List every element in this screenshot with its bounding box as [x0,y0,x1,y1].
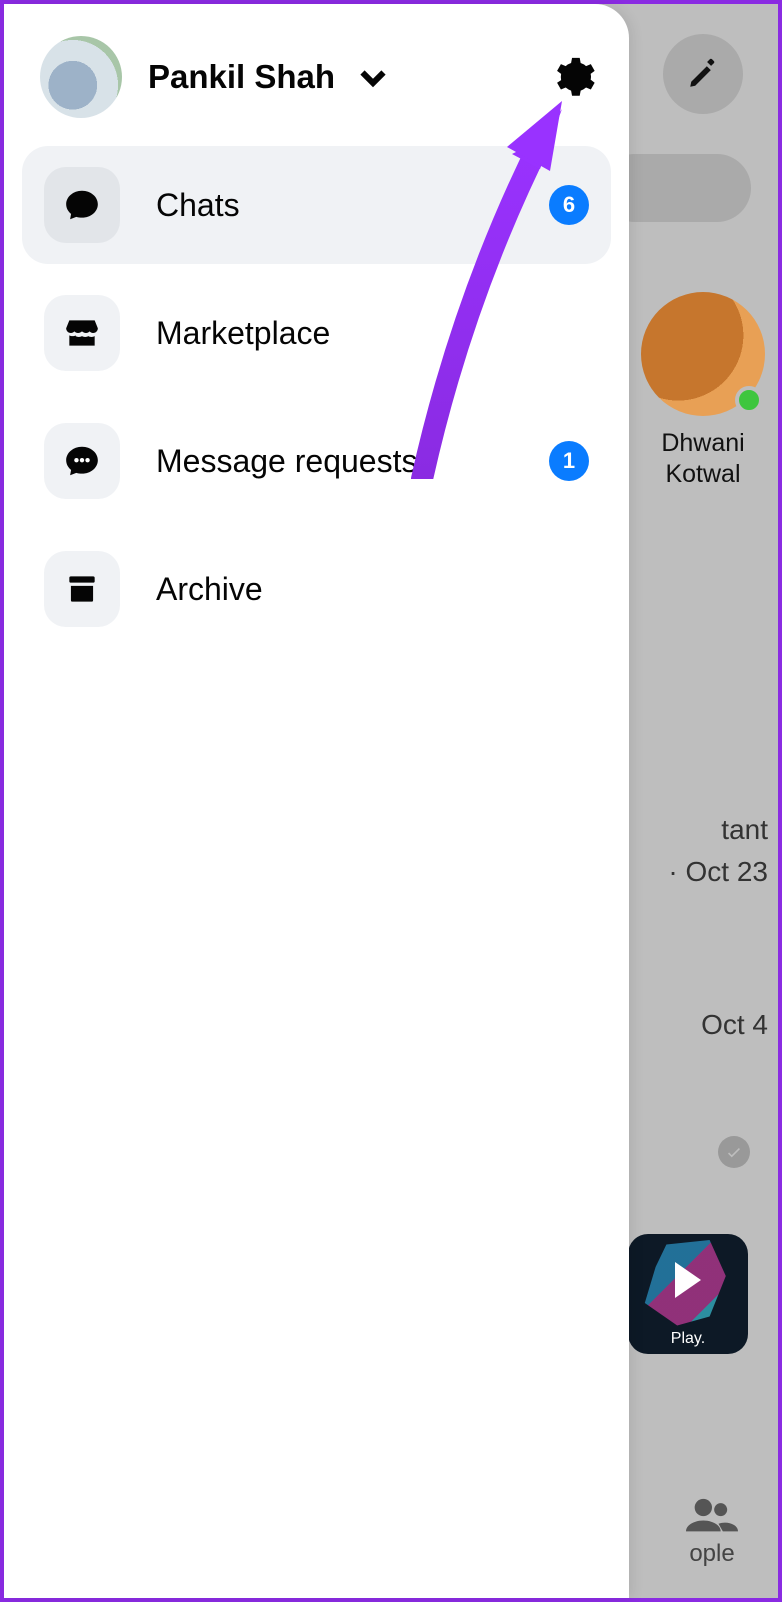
menu-label: Marketplace [156,315,330,352]
menu-item-chats[interactable]: Chats 6 [22,146,611,264]
menu-item-message-requests[interactable]: Message requests 1 [22,402,611,520]
message-requests-icon [44,423,120,499]
side-drawer: Pankil Shah Chats 6 Marketplace [4,4,629,1598]
archive-icon [44,551,120,627]
account-switcher[interactable] [355,59,391,95]
chat-preview-date: Oct 4 [701,1009,768,1041]
compose-button[interactable] [663,34,743,114]
play-icon [675,1262,701,1298]
marketplace-icon [44,295,120,371]
chats-badge: 6 [549,185,589,225]
menu-item-archive[interactable]: Archive [22,530,611,648]
profile-avatar[interactable] [40,36,122,118]
gear-icon [550,54,596,100]
chevron-down-icon [355,59,391,95]
story-avatar [641,292,765,416]
play-card[interactable]: Play. [628,1234,748,1354]
chat-preview-text: tant [721,814,768,846]
delivered-icon [718,1136,750,1168]
online-indicator [735,386,763,414]
play-label: Play. [671,1330,705,1348]
menu-label: Message requests [156,443,417,480]
settings-button[interactable] [547,51,599,103]
menu-label: Archive [156,571,263,608]
pencil-icon [686,57,720,91]
people-label: ople [689,1540,734,1568]
chat-preview-date: · Oct 23 [668,856,768,888]
chat-icon [44,167,120,243]
story-name: Dhwani Kotwal [661,428,744,491]
story-item[interactable]: Dhwani Kotwal [641,292,765,491]
people-tab[interactable]: ople [686,1492,738,1568]
drawer-menu: Chats 6 Marketplace Message requests 1 A… [22,146,611,648]
menu-item-marketplace[interactable]: Marketplace [22,274,611,392]
requests-badge: 1 [549,441,589,481]
menu-label: Chats [156,187,240,224]
drawer-header: Pankil Shah [22,22,611,146]
profile-name[interactable]: Pankil Shah [148,58,335,96]
people-icon [686,1492,738,1536]
